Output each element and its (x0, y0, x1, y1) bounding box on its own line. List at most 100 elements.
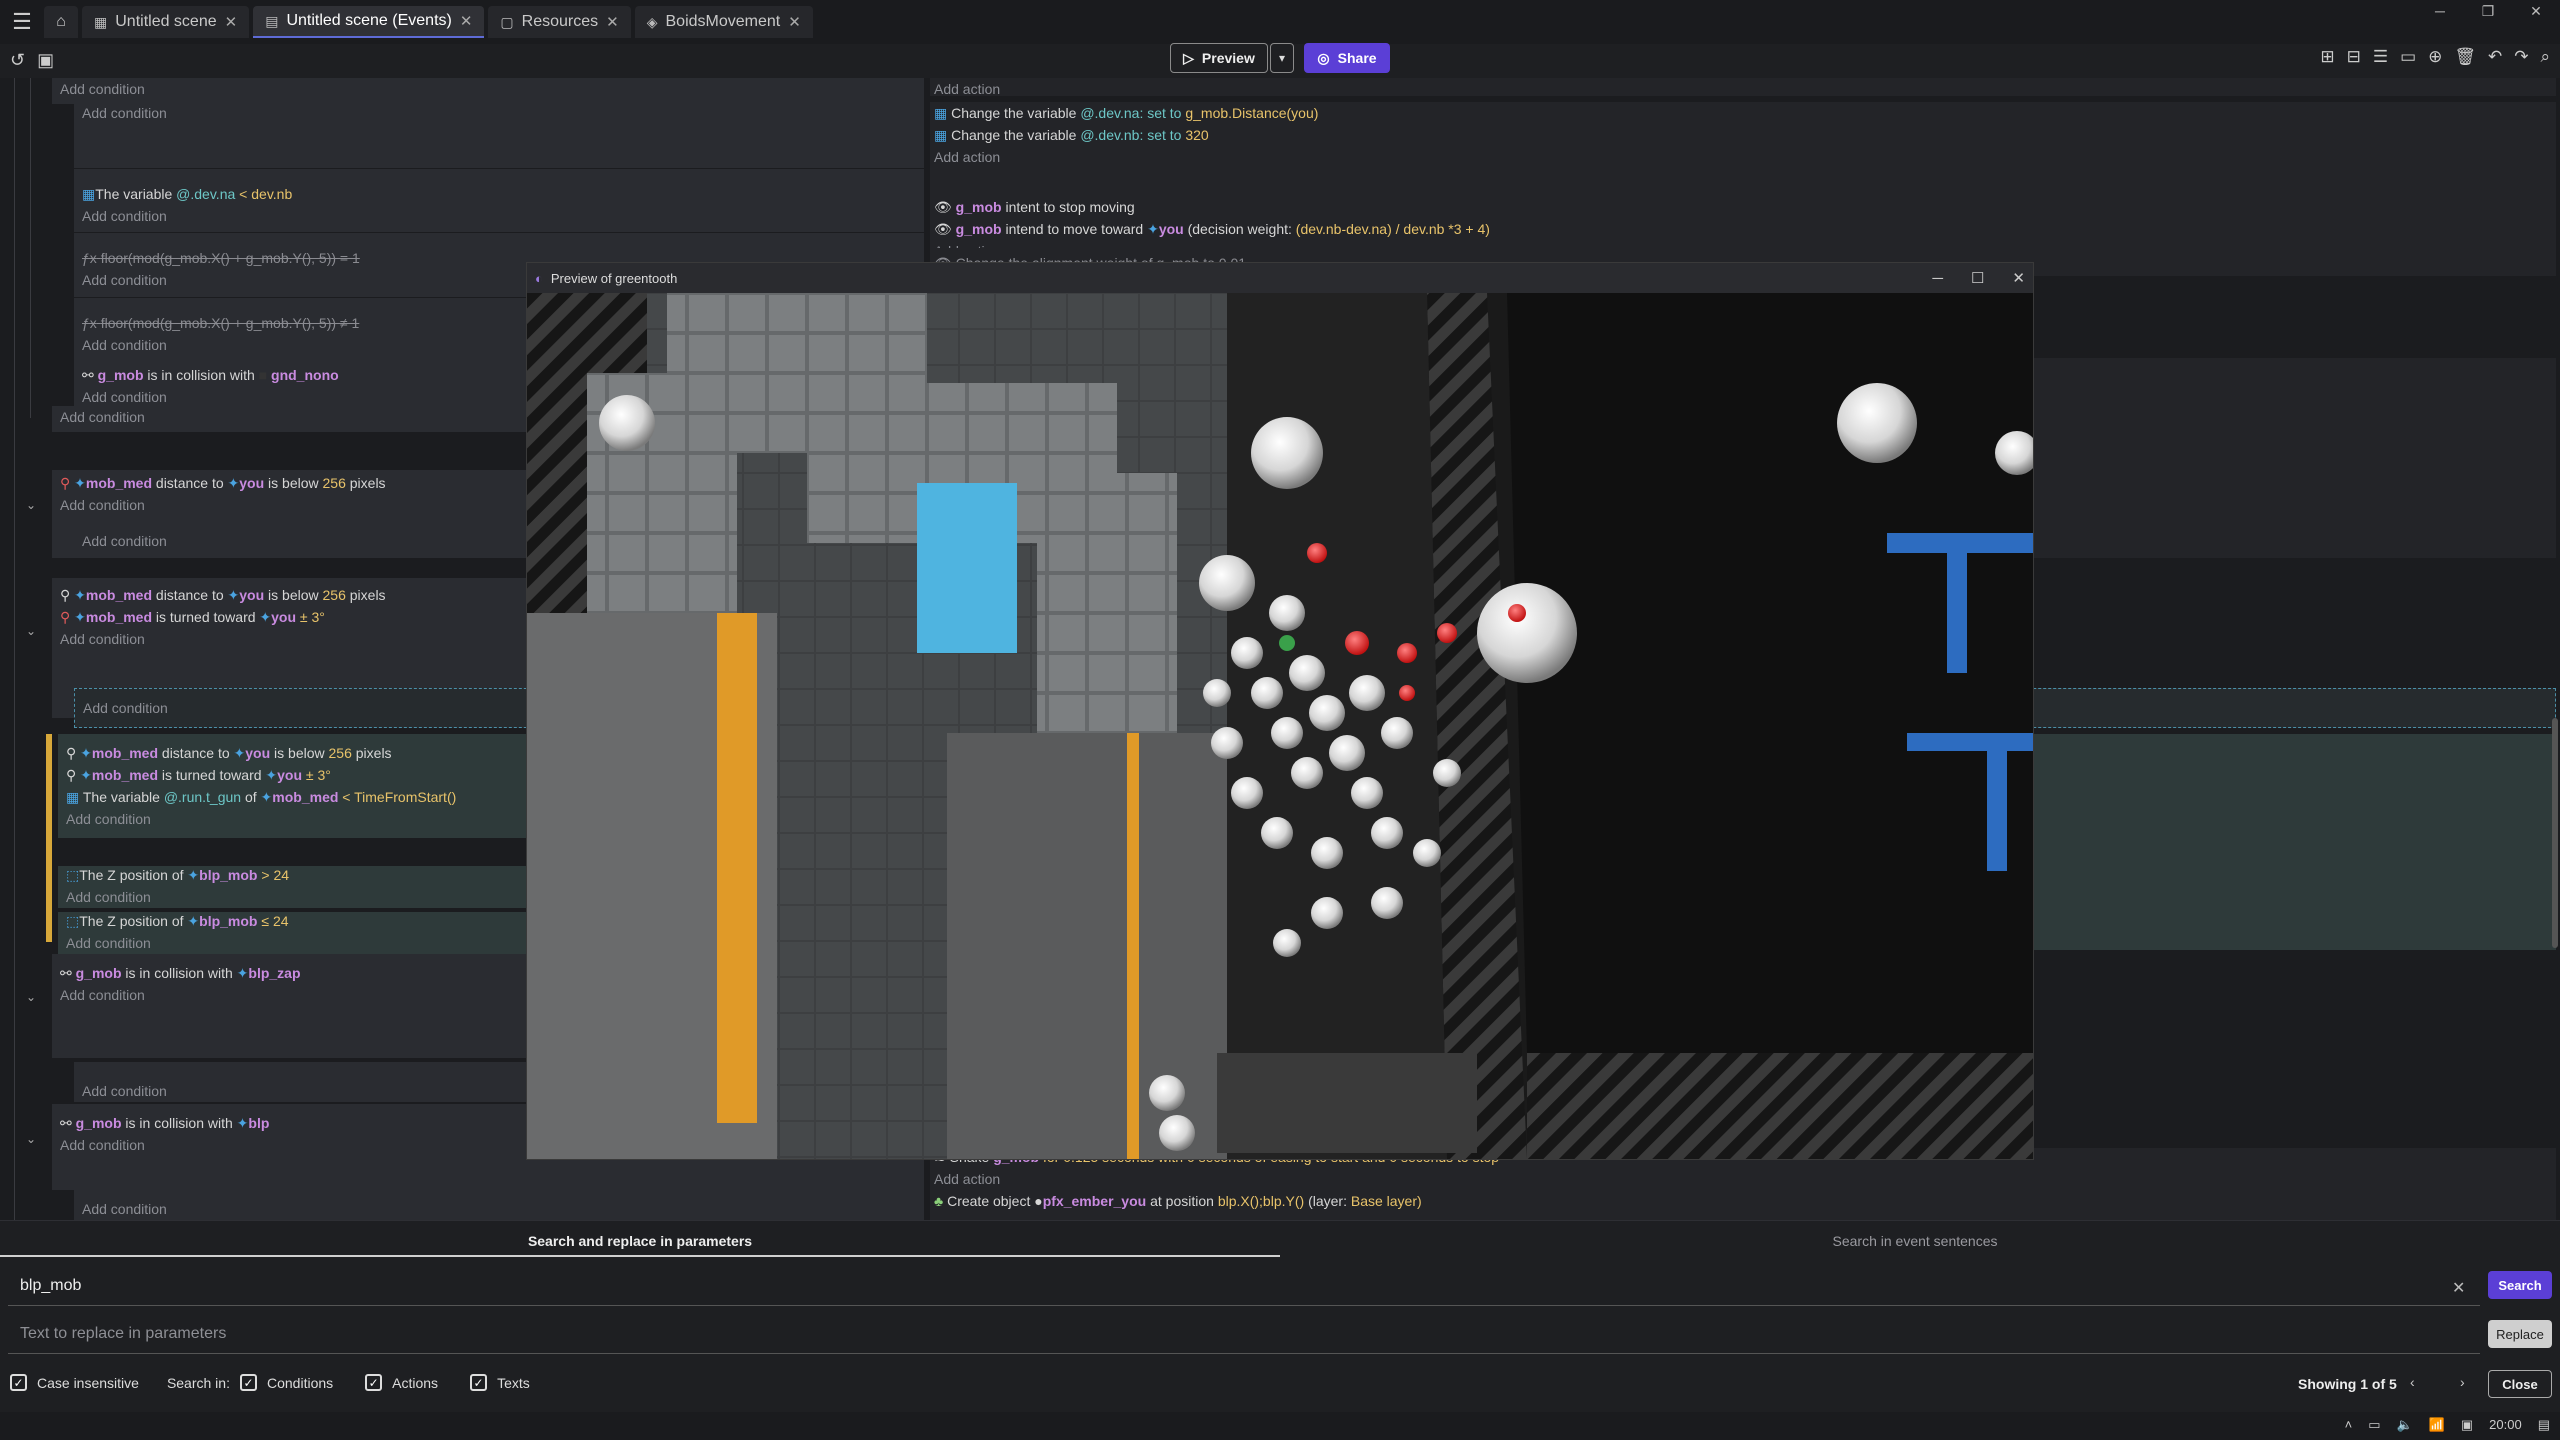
close-tab-icon[interactable]: ✕ (788, 13, 801, 31)
action-row: Add action (930, 78, 2556, 97)
chevron-up-icon[interactable]: ˄ (2345, 1417, 2353, 1433)
home-tab-icon[interactable]: ⌂ (44, 6, 78, 38)
tab-boidsmovement[interactable]: ◈ BoidsMovement ✕ (634, 6, 813, 38)
tab-bar: ☰ ⌂ ▦ Untitled scene ✕ ▤ Untitled scene … (0, 0, 2560, 44)
object-icon: ● (1034, 1193, 1043, 1209)
add-condition-link[interactable]: Add condition (60, 409, 145, 425)
chevron-down-icon[interactable]: ⌄ (26, 624, 36, 638)
action-item[interactable]: 👁 g_mob intend to move toward ✦you (deci… (934, 218, 2556, 240)
tab-resources[interactable]: ▢ Resources ✕ (488, 6, 631, 38)
tab-search-sentences[interactable]: Search in event sentences (1280, 1229, 2550, 1257)
preview-title-bar[interactable]: ◐ Preview of greentooth ─ ☐ ✕ (527, 263, 2033, 293)
create-icon: ♣ (934, 1193, 944, 1209)
conditions-label: Conditions (266, 1374, 334, 1391)
close-tab-icon[interactable]: ✕ (606, 13, 619, 31)
maximize-icon[interactable]: ❐ (2464, 0, 2512, 22)
extension-icon: ◈ (646, 13, 658, 30)
resources-icon: ▢ (500, 13, 514, 30)
search-button[interactable]: Search (2488, 1271, 2552, 1299)
case-insensitive-checkbox[interactable]: ✓ (10, 1374, 27, 1391)
indent-line (30, 78, 31, 418)
add-condition-link[interactable]: Add condition (82, 1198, 924, 1220)
project-manager-icon[interactable]: ▣ (37, 50, 54, 71)
globe-icon: ◎ (1317, 49, 1330, 66)
preview-window[interactable]: ◐ Preview of greentooth ─ ☐ ✕ (526, 262, 2034, 1160)
clock[interactable]: 20:00 (2489, 1417, 2522, 1433)
minimize-icon[interactable]: ─ (1932, 270, 1943, 287)
preview-button[interactable]: ▷ Preview (1170, 43, 1268, 73)
search-input[interactable]: blp_mob (8, 1266, 2480, 1306)
replace-button[interactable]: Replace (2488, 1320, 2552, 1348)
chevron-down-icon[interactable]: ⌄ (26, 498, 36, 512)
tab-label: Untitled scene (Events) (286, 12, 452, 29)
action-block: ▦ Change the variable @.dev.na: set to g… (930, 102, 2556, 182)
display-icon[interactable]: ▣ (2461, 1417, 2473, 1433)
floor-slab (1217, 1053, 1477, 1153)
replace-input[interactable]: Text to replace in parameters (8, 1314, 2480, 1354)
chevron-down-icon[interactable]: ⌄ (26, 990, 36, 1004)
maximize-icon[interactable]: ☐ (1971, 269, 1984, 287)
collision-icon: ⚯ (82, 367, 94, 383)
action-item[interactable]: ▦ Change the variable @.dev.nb: set to 3… (934, 124, 2556, 146)
add-condition-link[interactable]: Add condition (82, 102, 924, 124)
actions-checkbox[interactable]: ✓ (365, 1374, 383, 1391)
preview-label: Preview (1201, 50, 1255, 66)
search-icon[interactable]: ⌕ (2540, 47, 2550, 67)
condition-block: Add condition (74, 1190, 924, 1220)
next-result-icon[interactable]: › (2460, 1374, 2465, 1390)
texts-checkbox[interactable]: ✓ (470, 1374, 488, 1391)
tab-untitled-scene[interactable]: ▦ Untitled scene ✕ (82, 6, 250, 38)
add-comment-icon[interactable]: ▭ (2400, 47, 2416, 67)
add-action-link[interactable]: Add action (934, 146, 2556, 168)
conditions-checkbox[interactable]: ✓ (239, 1374, 257, 1391)
tab-untitled-scene-events[interactable]: ▤ Untitled scene (Events) ✕ (253, 6, 485, 38)
add-icon[interactable]: ⊕ (2428, 47, 2442, 67)
close-tab-icon[interactable]: ✕ (460, 12, 473, 30)
add-event-icon[interactable]: ⊞ (2320, 47, 2334, 67)
previous-result-icon[interactable]: ‹ (2410, 1374, 2415, 1390)
results-count: Showing 1 of 5 (2298, 1376, 2397, 1392)
delete-icon[interactable]: 🗑 (2454, 47, 2476, 67)
eye-icon: 👁 (934, 199, 952, 215)
network-icon[interactable]: 📶 (2429, 1417, 2445, 1433)
add-action-link[interactable]: Add action (934, 1168, 2556, 1190)
menu-icon[interactable]: ☰ (0, 0, 44, 44)
battery-icon[interactable]: ▭ (2368, 1417, 2380, 1433)
share-label: Share (1337, 50, 1377, 66)
tab-search-params[interactable]: Search and replace in parameters (0, 1229, 1280, 1257)
tab-label: BoidsMovement (665, 13, 781, 30)
close-search-button[interactable]: Close (2488, 1370, 2552, 1398)
add-condition-link[interactable]: Add condition (60, 81, 145, 97)
expression-icon: ƒx (82, 315, 97, 331)
action-item[interactable]: ▦ Change the variable @.dev.na: set to g… (934, 102, 2556, 124)
game-viewport[interactable] (527, 293, 2033, 1159)
chevron-down-icon[interactable]: ⌄ (26, 1132, 36, 1146)
action-item[interactable]: ♣ Create object ●pfx_ember_you at positi… (934, 1190, 2556, 1212)
event-toolbar-actions: ⊞ ⊟ ☰ ▭ ⊕ 🗑 ↶ ↷ ⌕ (2320, 47, 2550, 67)
add-subevent-icon[interactable]: ⊟ (2347, 47, 2361, 67)
add-condition-link[interactable]: Add condition (82, 205, 924, 227)
variable-icon: ▦ (934, 127, 948, 143)
redo-icon[interactable]: ↷ (2514, 47, 2528, 67)
undo-icon[interactable]: ↶ (2488, 47, 2502, 67)
history-icon[interactable]: ↺ (10, 50, 25, 71)
share-button[interactable]: ◎ Share (1304, 43, 1390, 73)
object-icon: ■ (258, 367, 268, 383)
volume-icon[interactable]: 🔈 (2396, 1417, 2412, 1433)
condition-block: Add condition (74, 102, 924, 168)
close-window-icon[interactable]: ✕ (2512, 0, 2560, 22)
close-window-icon[interactable]: ✕ (2012, 269, 2025, 287)
object-icon: ✦ (74, 475, 86, 491)
action-item[interactable]: 👁 g_mob intent to stop moving (934, 196, 2556, 218)
condition-item[interactable]: ▦The variable @.dev.na < dev.nb (82, 183, 924, 205)
preview-options-button[interactable]: ▾ (1270, 43, 1294, 73)
minimize-icon[interactable]: ─ (2416, 0, 2464, 22)
close-tab-icon[interactable]: ✕ (225, 13, 238, 31)
clear-search-icon[interactable]: ✕ (2452, 1278, 2465, 1298)
notifications-icon[interactable]: ▤ (2538, 1417, 2550, 1433)
taskbar: ˄ ▭ 🔈 📶 ▣ 20:00 ▤ (0, 1412, 2560, 1440)
events-scrollbar[interactable] (2552, 718, 2558, 948)
add-action-link[interactable]: Add action (934, 81, 1000, 97)
distance-icon: ⚲ (60, 587, 71, 603)
add-other-icon[interactable]: ☰ (2373, 47, 2388, 67)
